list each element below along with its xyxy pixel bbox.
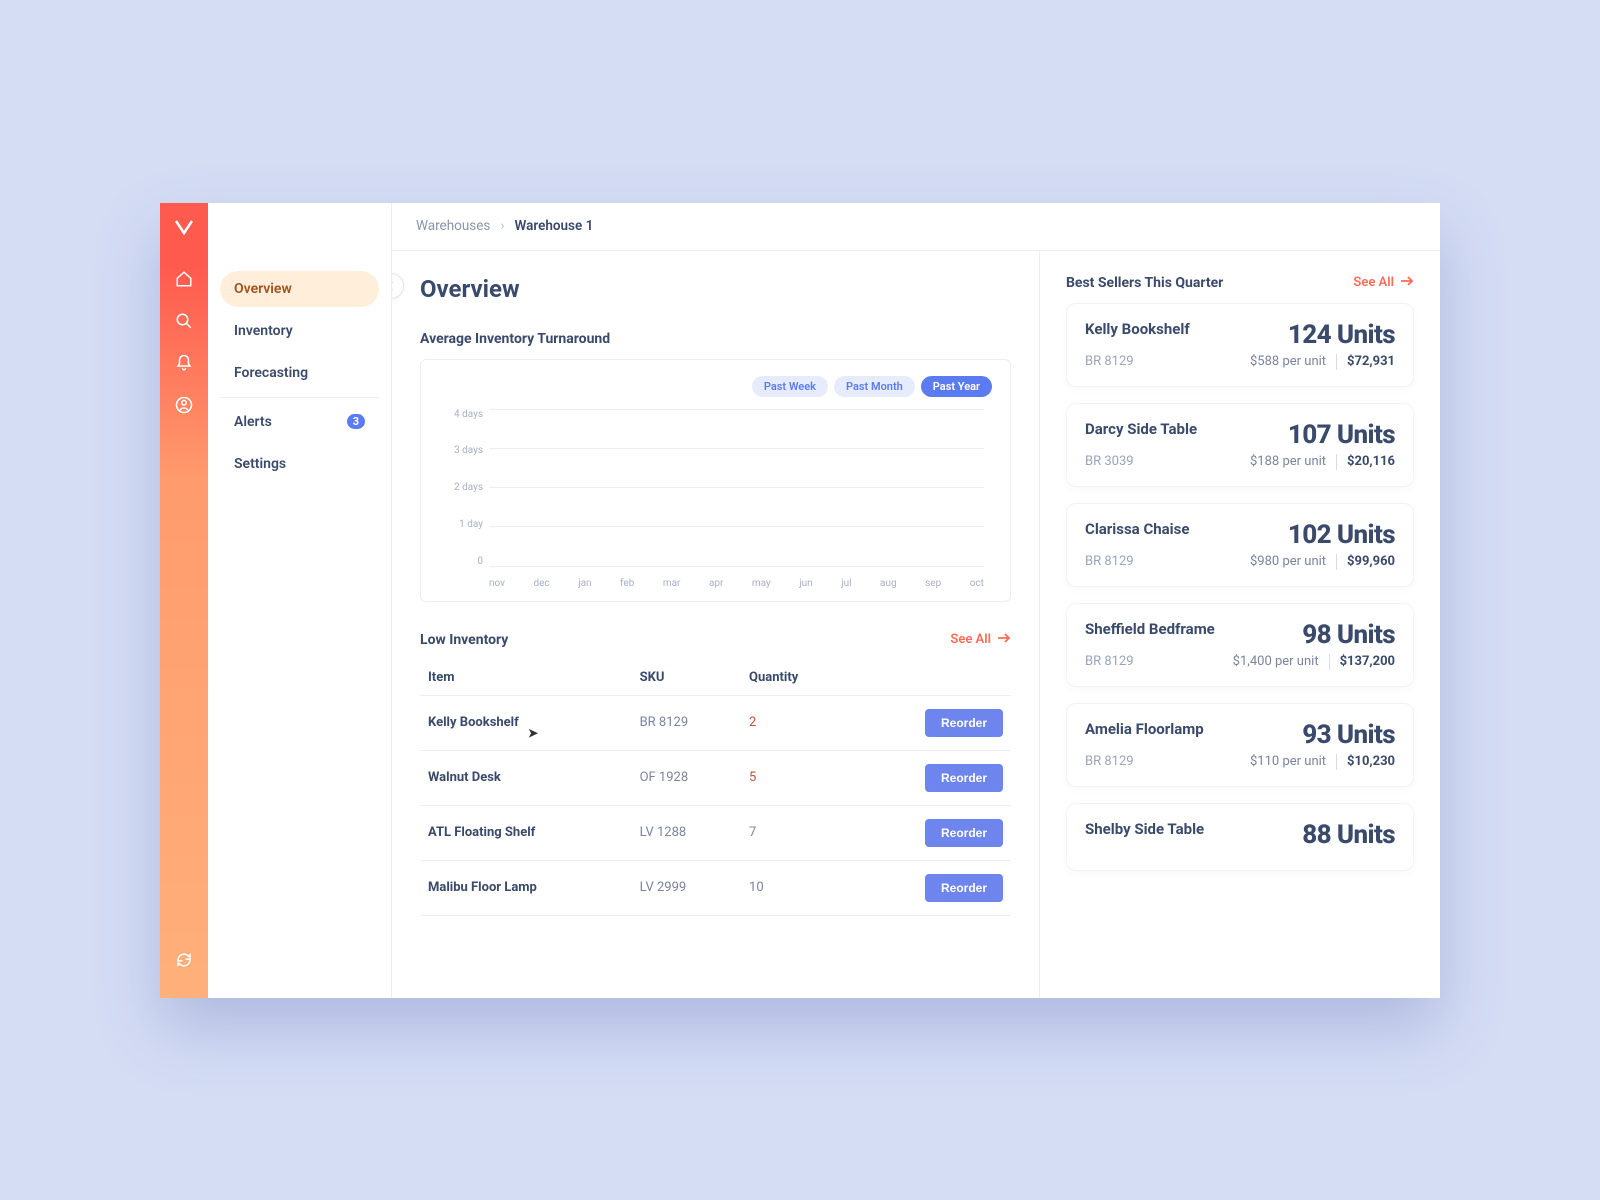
product-sku: BR 8129 bbox=[1085, 754, 1134, 769]
search-icon[interactable] bbox=[174, 311, 194, 331]
center-panel: Overview Average Inventory Turnaround Pa… bbox=[392, 251, 1040, 998]
total-revenue: $20,116 bbox=[1347, 454, 1395, 469]
chart-xlabels: novdecjanfebmaraprmayjunjulaugsepoct bbox=[489, 578, 984, 589]
arrow-right-icon bbox=[1400, 275, 1414, 291]
best-seller-card[interactable]: Shelby Side Table 88 Units bbox=[1066, 803, 1414, 871]
units-sold: 102 Units bbox=[1288, 520, 1395, 550]
per-unit: $980 per unit bbox=[1250, 554, 1326, 569]
table-row: ATL Floating ShelfLV 12887 Reorder bbox=[420, 805, 1011, 860]
page-title: Overview bbox=[420, 275, 1011, 303]
cell-sku: OF 1928 bbox=[632, 750, 741, 805]
sidebar-item-inventory[interactable]: Inventory bbox=[220, 313, 379, 349]
units-sold: 93 Units bbox=[1302, 720, 1395, 750]
product-name: Amelia Floorlamp bbox=[1085, 720, 1204, 738]
turnaround-chart-card: Past Week Past Month Past Year 4 days 3 … bbox=[420, 359, 1011, 602]
reorder-button[interactable]: Reorder bbox=[925, 764, 1003, 792]
sidebar-item-alerts[interactable]: Alerts 3 bbox=[220, 404, 379, 440]
best-seller-card[interactable]: Clarissa Chaise 102 Units BR 8129 $980 per … bbox=[1066, 503, 1414, 587]
total-revenue: $10,230 bbox=[1347, 754, 1395, 769]
sidebar-item-settings[interactable]: Settings bbox=[220, 446, 379, 482]
table-row: Malibu Floor LampLV 299910 Reorder bbox=[420, 860, 1011, 915]
best-sellers-title: Best Sellers This Quarter bbox=[1066, 275, 1223, 291]
product-name: Darcy Side Table bbox=[1085, 420, 1197, 438]
product-name: Shelby Side Table bbox=[1085, 820, 1204, 838]
app-logo[interactable] bbox=[160, 203, 208, 251]
per-unit: $588 per unit bbox=[1250, 354, 1326, 369]
total-revenue: $72,931 bbox=[1347, 354, 1395, 369]
product-name: Sheffield Bedframe bbox=[1085, 620, 1215, 638]
reorder-button[interactable]: Reorder bbox=[925, 874, 1003, 902]
product-sku: BR 8129 bbox=[1085, 354, 1134, 369]
app-window: Overview Inventory Forecasting Alerts 3 … bbox=[160, 203, 1440, 998]
best-seller-card[interactable]: Amelia Floorlamp 93 Units BR 8129 $110 per … bbox=[1066, 703, 1414, 787]
total-revenue: $99,960 bbox=[1347, 554, 1395, 569]
per-unit: $1,400 per unit bbox=[1233, 654, 1319, 669]
turnaround-chart: 4 days 3 days 2 days 1 day 0 novdecjanfe… bbox=[439, 409, 992, 589]
arrow-right-icon bbox=[997, 632, 1011, 648]
best-sellers-see-all[interactable]: See All bbox=[1353, 275, 1414, 291]
breadcrumb-parent[interactable]: Warehouses bbox=[416, 218, 490, 234]
cell-qty: 10 bbox=[741, 860, 852, 915]
th-sku: SKU bbox=[632, 660, 741, 696]
bell-icon[interactable] bbox=[174, 353, 194, 373]
best-sellers-panel: Best Sellers This Quarter See All Kelly … bbox=[1040, 251, 1440, 998]
range-past-year[interactable]: Past Year bbox=[921, 376, 992, 397]
sidebar-item-overview[interactable]: Overview bbox=[220, 271, 379, 307]
best-seller-card[interactable]: Kelly Bookshelf 124 Units BR 8129 $588 per … bbox=[1066, 303, 1414, 387]
sidebar-item-forecasting[interactable]: Forecasting bbox=[220, 355, 379, 391]
reorder-button[interactable]: Reorder bbox=[925, 819, 1003, 847]
table-row: Kelly Bookshelf➤BR 81292 Reorder bbox=[420, 695, 1011, 750]
chart-ylabels: 4 days 3 days 2 days 1 day 0 bbox=[439, 409, 483, 567]
best-seller-card[interactable]: Darcy Side Table 107 Units BR 3039 $188 per… bbox=[1066, 403, 1414, 487]
range-past-month[interactable]: Past Month bbox=[834, 376, 915, 397]
units-sold: 107 Units bbox=[1288, 420, 1395, 450]
product-sku: BR 3039 bbox=[1085, 454, 1134, 469]
low-inventory-title: Low Inventory bbox=[420, 632, 508, 648]
alerts-badge: 3 bbox=[347, 414, 365, 429]
product-name: Kelly Bookshelf bbox=[1085, 320, 1190, 338]
reorder-button[interactable]: Reorder bbox=[925, 709, 1003, 737]
sidebar-divider bbox=[220, 397, 379, 398]
cell-item: Malibu Floor Lamp bbox=[420, 860, 632, 915]
cell-qty: 7 bbox=[741, 805, 852, 860]
cell-item: Walnut Desk bbox=[420, 750, 632, 805]
cell-sku: LV 2999 bbox=[632, 860, 741, 915]
low-inventory-see-all[interactable]: See All bbox=[950, 632, 1011, 648]
total-revenue: $137,200 bbox=[1340, 654, 1395, 669]
range-past-week[interactable]: Past Week bbox=[752, 376, 828, 397]
per-unit: $188 per unit bbox=[1250, 454, 1326, 469]
product-sku: BR 8129 bbox=[1085, 554, 1134, 569]
user-icon[interactable] bbox=[174, 395, 194, 415]
sidebar: Overview Inventory Forecasting Alerts 3 … bbox=[208, 203, 392, 998]
cell-item: Kelly Bookshelf➤ bbox=[420, 695, 632, 750]
back-button[interactable] bbox=[392, 273, 404, 299]
chevron-right-icon: › bbox=[500, 218, 504, 234]
cell-qty: 5 bbox=[741, 750, 852, 805]
cell-item: ATL Floating Shelf bbox=[420, 805, 632, 860]
turnaround-title: Average Inventory Turnaround bbox=[420, 331, 1011, 347]
best-seller-card[interactable]: Sheffield Bedframe 98 Units BR 8129 $1,400 … bbox=[1066, 603, 1414, 687]
table-row: Walnut DeskOF 19285 Reorder bbox=[420, 750, 1011, 805]
units-sold: 98 Units bbox=[1302, 620, 1395, 650]
breadcrumb: Warehouses › Warehouse 1 bbox=[392, 203, 1440, 251]
units-sold: 124 Units bbox=[1288, 320, 1395, 350]
product-name: Clarissa Chaise bbox=[1085, 520, 1189, 538]
units-sold: 88 Units bbox=[1302, 820, 1395, 850]
low-inventory-table: Item SKU Quantity Kelly Bookshelf➤BR 812… bbox=[420, 660, 1011, 916]
cursor-icon: ➤ bbox=[528, 726, 538, 740]
sync-icon[interactable] bbox=[174, 950, 194, 970]
product-sku: BR 8129 bbox=[1085, 654, 1134, 669]
th-item: Item bbox=[420, 660, 632, 696]
nav-rail bbox=[160, 203, 208, 998]
home-icon[interactable] bbox=[174, 269, 194, 289]
per-unit: $110 per unit bbox=[1250, 754, 1326, 769]
breadcrumb-current: Warehouse 1 bbox=[514, 218, 593, 234]
cell-qty: 2 bbox=[741, 695, 852, 750]
cell-sku: BR 8129 bbox=[632, 695, 741, 750]
th-qty: Quantity bbox=[741, 660, 852, 696]
cell-sku: LV 1288 bbox=[632, 805, 741, 860]
main: Warehouses › Warehouse 1 Overview Averag… bbox=[392, 203, 1440, 998]
